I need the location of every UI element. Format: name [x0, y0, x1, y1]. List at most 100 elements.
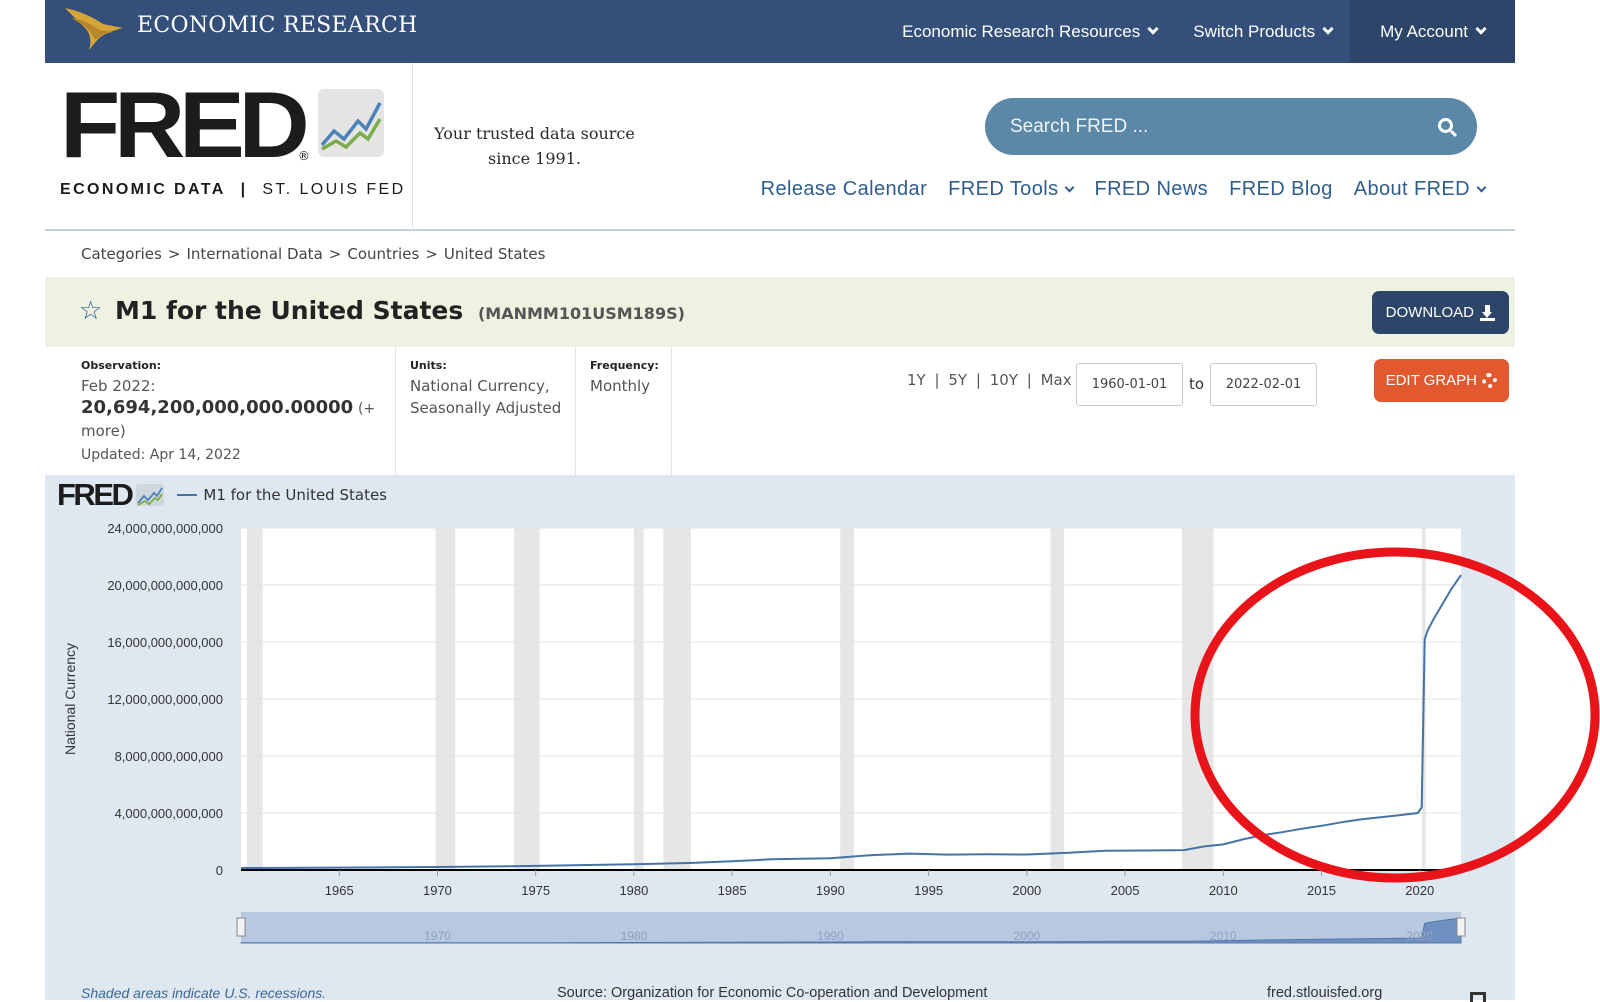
about-fred-menu[interactable]: About FRED [1354, 178, 1487, 201]
site-header: FRED ® ECONOMIC DATA | ST. LOUIS FED You… [45, 63, 1515, 231]
chevron-down-icon [1476, 182, 1487, 193]
fred-tools-menu[interactable]: FRED Tools [948, 178, 1075, 201]
economic-research-resources-menu[interactable]: Economic Research Resources [884, 0, 1175, 63]
x-tick-label: 1995 [914, 883, 943, 898]
logo-sub-sep: | [240, 181, 248, 198]
fred-blog-link[interactable]: FRED Blog [1229, 178, 1333, 201]
y-tick-label: 12,000,000,000,000 [107, 692, 223, 707]
page: ECONOMIC RESEARCH Economic Research Reso… [45, 0, 1600, 1002]
x-tick-label: 2005 [1111, 883, 1140, 898]
navigator-label: 1990 [817, 929, 844, 943]
breadcrumb-countries[interactable]: Countries [347, 245, 419, 263]
breadcrumb-international-data[interactable]: International Data [186, 245, 322, 263]
search-placeholder: Search FRED ... [1010, 115, 1149, 137]
download-icon [1480, 304, 1495, 321]
navigator-label: 1970 [424, 929, 451, 943]
menu-label: My Account [1380, 21, 1468, 41]
star-icon[interactable]: ☆ [79, 298, 102, 324]
top-nav: Economic Research Resources Switch Produ… [884, 0, 1515, 63]
breadcrumb: Categories > International Data > Countries >… [81, 245, 545, 263]
fred-logo[interactable]: FRED ® [60, 72, 386, 177]
tagline-line-1: Your trusted data source [434, 124, 635, 143]
y-axis-label: National Currency [62, 643, 78, 755]
search-input[interactable]: Search FRED ... [985, 98, 1477, 155]
y-tick-label: 8,000,000,000,000 [115, 749, 223, 764]
top-bar: ECONOMIC RESEARCH Economic Research Reso… [45, 0, 1515, 63]
start-date-input[interactable]: 1960-01-01 [1076, 363, 1183, 406]
my-account-menu[interactable]: My Account [1350, 0, 1515, 63]
navigator-label: 2010 [1210, 929, 1237, 943]
units-block: Units: National Currency, Seasonally Adj… [395, 347, 575, 475]
range-1y[interactable]: 1Y [907, 371, 926, 389]
breadcrumb-categories[interactable]: Categories [81, 245, 162, 263]
site-url: fred.stlouisfed.org [1267, 985, 1383, 1001]
end-date-input[interactable]: 2022-02-01 [1210, 363, 1317, 406]
navigator-label: 2000 [1013, 929, 1040, 943]
units-line-1: National Currency, [410, 377, 550, 395]
main-nav: Release Calendar FRED Tools FRED News FR… [740, 178, 1487, 201]
range-separator: | [934, 371, 940, 389]
range-10y[interactable]: 10Y [990, 371, 1018, 389]
navigator-handle-right[interactable] [1456, 917, 1466, 937]
more-observations-link[interactable]: (+ [358, 401, 375, 417]
range-max[interactable]: Max [1041, 371, 1072, 389]
edit-graph-button[interactable]: EDIT GRAPH [1373, 359, 1509, 402]
breadcrumb-separator: > [328, 245, 342, 263]
menu-label: Economic Research Resources [902, 21, 1141, 41]
x-tick-label: 2020 [1405, 883, 1434, 898]
y-tick-label: 24,000,000,000,000 [107, 521, 223, 536]
x-tick-label: 2015 [1307, 883, 1336, 898]
edit-graph-label: EDIT GRAPH [1385, 372, 1477, 389]
series-id: (MANMM101USM189S) [477, 304, 685, 323]
more-observations-link-2[interactable]: more) [81, 420, 391, 442]
fred-logo-text: FRED [60, 72, 310, 177]
frequency-value: Monthly [590, 377, 651, 395]
x-tick-label: 1980 [619, 883, 648, 898]
chevron-down-icon [1475, 23, 1487, 35]
series-title-bar: ☆ M1 for the United States (MANMM101USM1… [45, 277, 1515, 347]
x-tick-label: 1970 [423, 883, 452, 898]
economic-research-brand[interactable]: ECONOMIC RESEARCH [63, 2, 418, 52]
series-title-text: M1 for the United States [115, 296, 464, 325]
eagle-logo-icon [65, 8, 123, 50]
units-label: Units: [410, 359, 447, 372]
y-tick-label: 16,000,000,000,000 [107, 635, 223, 650]
series-title: M1 for the United States (MANMM101USM189… [115, 296, 685, 325]
logo-sub-bold: ECONOMIC DATA [60, 181, 226, 198]
download-button[interactable]: DOWNLOAD [1371, 291, 1509, 334]
navigator-handle-left[interactable] [236, 917, 246, 937]
tagline: Your trusted data source since 1991. [427, 121, 642, 171]
units-line-2: Seasonally Adjusted [410, 399, 562, 417]
tagline-line-2: since 1991. [488, 149, 581, 168]
fullscreen-icon[interactable] [1470, 992, 1486, 1002]
y-tick-label: 4,000,000,000,000 [115, 806, 223, 821]
breadcrumb-separator: > [425, 245, 438, 263]
menu-label: Switch Products [1193, 21, 1316, 41]
search-icon[interactable] [1438, 118, 1453, 133]
x-tick-label: 1965 [325, 883, 354, 898]
observation-label: Observation: [81, 359, 162, 372]
chart-svg[interactable]: 0 4,000,000,000,000 8,000,000,000,000 12,00… [45, 475, 1515, 980]
updated-date: Updated: Apr 14, 2022 [81, 447, 241, 463]
breadcrumb-separator: > [167, 245, 181, 263]
recessions-note-link[interactable]: Shaded areas indicate U.S. recessions. [81, 985, 326, 1001]
gear-icon [1482, 373, 1497, 388]
breadcrumb-united-states[interactable]: United States [444, 245, 546, 263]
chart-panel: FRED M1 for the United States 0 4,000,000… [45, 475, 1515, 1002]
to-label: to [1189, 375, 1205, 393]
header-divider [412, 63, 413, 231]
observation-date: Feb 2022: [81, 377, 156, 395]
fred-news-link[interactable]: FRED News [1094, 178, 1208, 201]
logo-subtitle: ECONOMIC DATA | ST. LOUIS FED [60, 181, 406, 199]
x-tick-label: 1990 [816, 883, 845, 898]
frequency-label: Frequency: [590, 359, 659, 372]
x-tick-label: 2010 [1209, 883, 1238, 898]
range-selector: 1Y | 5Y | 10Y | Max [907, 371, 1072, 389]
navigator-label: 2020 [1406, 929, 1433, 943]
release-calendar-link[interactable]: Release Calendar [761, 178, 928, 201]
brand-name: ECONOMIC RESEARCH [137, 12, 418, 38]
chevron-down-icon [1147, 23, 1159, 35]
frequency-block: Frequency: Monthly [575, 347, 672, 475]
range-5y[interactable]: 5Y [948, 371, 967, 389]
switch-products-menu[interactable]: Switch Products [1175, 0, 1350, 63]
